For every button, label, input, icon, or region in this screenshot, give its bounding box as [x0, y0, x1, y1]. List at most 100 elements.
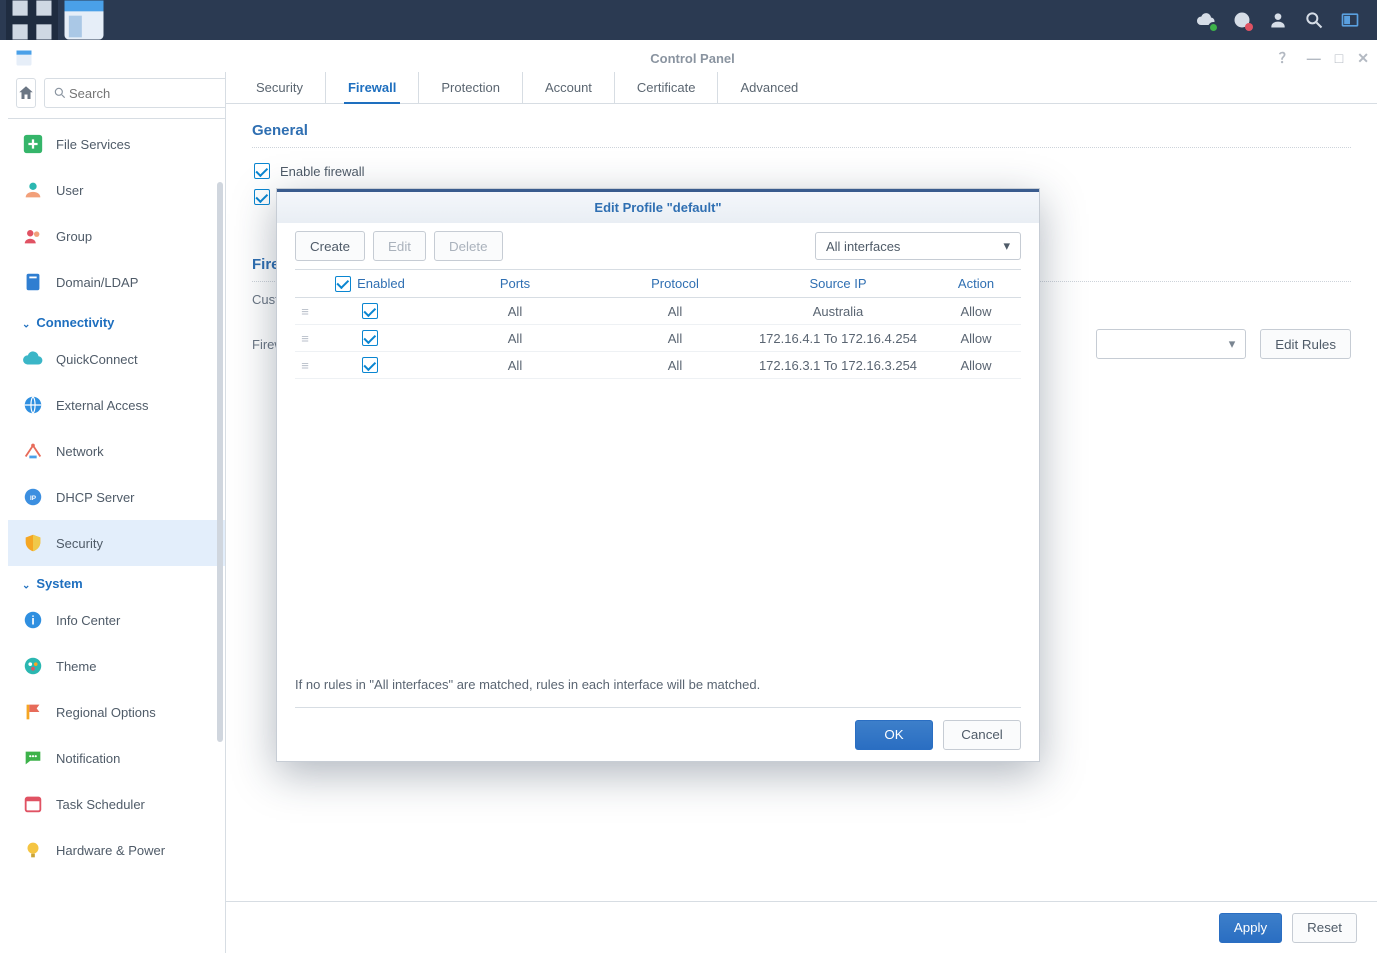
sidebar-search[interactable]	[44, 78, 226, 108]
dialog-title: Edit Profile "default"	[277, 189, 1039, 223]
cell-ports: All	[425, 304, 605, 319]
sidebar-item-notification[interactable]: Notification	[8, 735, 225, 781]
flag-icon	[22, 701, 44, 723]
sidebar-item-domain-ldap[interactable]: Domain/LDAP	[8, 259, 225, 305]
table-row[interactable]: ≡ All All Australia Allow	[295, 298, 1021, 325]
app-icon	[14, 48, 34, 68]
enable-firewall-checkbox[interactable]: Enable firewall	[252, 158, 1351, 184]
footer: Apply Reset	[226, 901, 1377, 953]
sidebar-item-quickconnect[interactable]: QuickConnect	[8, 336, 225, 382]
col-action: Action	[931, 276, 1021, 291]
edit-button[interactable]: Edit	[373, 231, 426, 261]
notifications-icon[interactable]	[1231, 9, 1253, 31]
apply-button[interactable]: Apply	[1219, 913, 1282, 943]
home-button[interactable]	[16, 78, 36, 108]
col-ports: Ports	[425, 276, 605, 291]
sidebar-item-dhcp[interactable]: IP DHCP Server	[8, 474, 225, 520]
cell-source: 172.16.4.1 To 172.16.4.254	[745, 331, 931, 346]
interface-select-value: All interfaces	[826, 239, 900, 254]
profile-select[interactable]: ▾	[1096, 329, 1246, 359]
sidebar-item-user[interactable]: User	[8, 167, 225, 213]
tab-advanced[interactable]: Advanced	[718, 72, 820, 103]
window-minimize-icon[interactable]: —	[1307, 50, 1321, 66]
sidebar-item-security[interactable]: Security	[8, 520, 225, 566]
chevron-down-icon: ▾	[1003, 238, 1010, 254]
book-icon	[22, 271, 44, 293]
col-source: Source IP	[745, 276, 931, 291]
sidebar-item-info-center[interactable]: i Info Center	[8, 597, 225, 643]
row-enabled-checkbox[interactable]	[362, 330, 378, 346]
tab-account[interactable]: Account	[523, 72, 615, 103]
table-row[interactable]: ≡ All All 172.16.4.1 To 172.16.4.254 All…	[295, 325, 1021, 352]
sidebar-item-file-services[interactable]: File Services	[8, 121, 225, 167]
tab-protection[interactable]: Protection	[419, 72, 523, 103]
table-header: Enabled Ports Protocol Source IP Action	[295, 270, 1021, 298]
sidebar-item-label: Task Scheduler	[56, 797, 145, 812]
table-row[interactable]: ≡ All All 172.16.3.1 To 172.16.3.254 All…	[295, 352, 1021, 379]
edit-profile-dialog: Edit Profile "default" Create Edit Delet…	[276, 188, 1040, 762]
section-label: Connectivity	[36, 315, 114, 330]
create-button[interactable]: Create	[295, 231, 365, 261]
search-icon[interactable]	[1303, 9, 1325, 31]
sidebar-item-hardware-power[interactable]: Hardware & Power	[8, 827, 225, 873]
sidebar-item-label: Info Center	[56, 613, 120, 628]
group-icon	[22, 225, 44, 247]
sidebar-item-group[interactable]: Group	[8, 213, 225, 259]
tab-firewall[interactable]: Firewall	[326, 72, 419, 103]
window-titlebar: Control Panel ？ — □ ✕	[8, 44, 1377, 72]
globe-icon	[22, 394, 44, 416]
user-icon[interactable]	[1267, 9, 1289, 31]
sidebar-scrollbar[interactable]	[217, 182, 223, 742]
sidebar-search-input[interactable]	[67, 85, 226, 102]
window-help-icon[interactable]: ？	[1279, 48, 1293, 68]
sidebar-section-system[interactable]: ⌃ System	[8, 566, 225, 597]
delete-button[interactable]: Delete	[434, 231, 503, 261]
sidebar-item-theme[interactable]: Theme	[8, 643, 225, 689]
edit-rules-button[interactable]: Edit Rules	[1260, 329, 1351, 359]
row-enabled-checkbox[interactable]	[362, 303, 378, 319]
sidebar-item-label: External Access	[56, 398, 149, 413]
reset-button[interactable]: Reset	[1292, 913, 1357, 943]
drag-handle-icon[interactable]: ≡	[295, 304, 315, 319]
cell-protocol: All	[605, 304, 745, 319]
dhcp-icon: IP	[22, 486, 44, 508]
sidebar-item-task-scheduler[interactable]: Task Scheduler	[8, 781, 225, 827]
sidebar-item-label: File Services	[56, 137, 130, 152]
tab-security[interactable]: Security	[234, 72, 326, 103]
sidebar-item-external-access[interactable]: External Access	[8, 382, 225, 428]
window-close-icon[interactable]: ✕	[1357, 50, 1369, 67]
cancel-button[interactable]: Cancel	[943, 720, 1021, 750]
sidebar-item-regional[interactable]: Regional Options	[8, 689, 225, 735]
open-window-thumb[interactable]	[58, 0, 110, 40]
sidebar-item-label: User	[56, 183, 83, 198]
cloud-status-icon[interactable]	[1195, 9, 1217, 31]
plus-icon	[22, 133, 44, 155]
sidebar: File Services User Group Domain/LDAP ⌃ C…	[8, 72, 226, 953]
header-enabled-checkbox[interactable]	[335, 276, 351, 292]
cell-action: Allow	[931, 358, 1021, 373]
widgets-icon[interactable]	[1339, 9, 1361, 31]
cloud-icon	[22, 348, 44, 370]
cell-action: Allow	[931, 331, 1021, 346]
section-label: System	[36, 576, 82, 591]
main-menu-button[interactable]	[6, 0, 58, 40]
interface-select[interactable]: All interfaces ▾	[815, 232, 1021, 260]
theme-icon	[22, 655, 44, 677]
taskbar	[0, 0, 1377, 40]
cell-protocol: All	[605, 358, 745, 373]
row-enabled-checkbox[interactable]	[362, 357, 378, 373]
ok-button[interactable]: OK	[855, 720, 933, 750]
tabs: Security Firewall Protection Account Cer…	[226, 72, 1377, 104]
drag-handle-icon[interactable]: ≡	[295, 358, 315, 373]
tab-certificate[interactable]: Certificate	[615, 72, 719, 103]
cell-action: Allow	[931, 304, 1021, 319]
window-maximize-icon[interactable]: □	[1335, 50, 1343, 66]
checkbox-icon	[254, 189, 270, 205]
label-cust-peek: Cust	[252, 292, 279, 307]
shield-icon	[22, 532, 44, 554]
sidebar-section-connectivity[interactable]: ⌃ Connectivity	[8, 305, 225, 336]
drag-handle-icon[interactable]: ≡	[295, 331, 315, 346]
sidebar-item-network[interactable]: Network	[8, 428, 225, 474]
svg-text:i: i	[31, 614, 34, 628]
calendar-icon	[22, 793, 44, 815]
